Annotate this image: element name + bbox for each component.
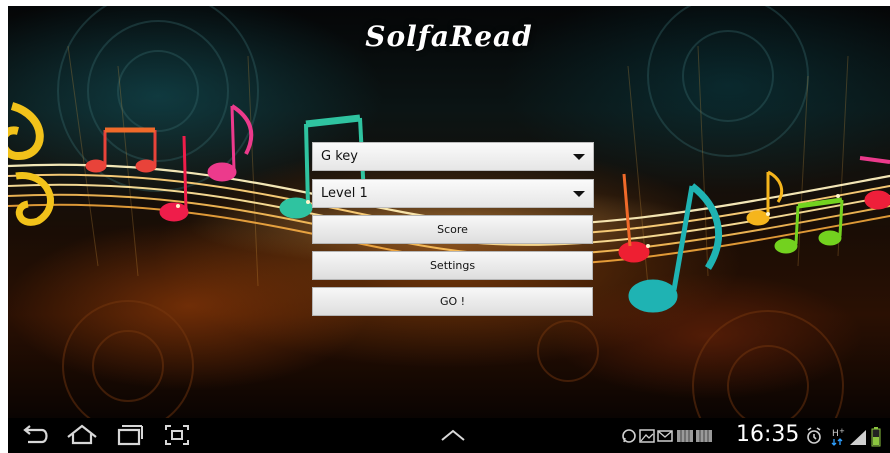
battery-icon — [871, 427, 881, 447]
gallery-icon — [639, 429, 655, 443]
back-icon[interactable] — [18, 418, 52, 453]
status-clock: 16:35 — [736, 422, 800, 447]
svg-text:+: + — [839, 427, 845, 435]
go-button[interactable]: GO ! — [312, 287, 593, 316]
notification-icons — [622, 429, 712, 443]
home-icon[interactable] — [64, 418, 100, 453]
settings-button[interactable]: Settings — [312, 251, 593, 280]
level-select[interactable]: Level 1 — [312, 179, 594, 208]
recent-apps-icon[interactable] — [112, 418, 146, 453]
hspa-icon: H + — [831, 427, 845, 446]
music-background-art — [8, 6, 890, 418]
system-status-icons: H + — [807, 427, 881, 447]
svg-text:H: H — [832, 429, 839, 439]
device-frame: SolfaRead G key Level 1 Score Settings G… — [0, 0, 890, 453]
level-select-value: Level 1 — [321, 186, 368, 201]
whatsapp-icon — [622, 429, 636, 443]
keyboard-icon — [677, 430, 712, 442]
dropdown-arrow-icon — [573, 191, 585, 197]
email-icon — [657, 430, 673, 442]
key-select[interactable]: G key — [312, 142, 594, 171]
system-navigation-bar: 16:35 H + — [8, 418, 890, 453]
key-select-value: G key — [321, 149, 358, 164]
signal-icon — [850, 430, 866, 445]
chevron-up-icon[interactable] — [436, 418, 470, 453]
app-screen: SolfaRead G key Level 1 Score Settings G… — [8, 6, 890, 418]
app-title: SolfaRead — [365, 20, 533, 53]
dropdown-arrow-icon — [573, 154, 585, 160]
screenshot-icon[interactable] — [160, 418, 194, 453]
score-button[interactable]: Score — [312, 215, 593, 244]
alarm-icon — [807, 427, 821, 444]
